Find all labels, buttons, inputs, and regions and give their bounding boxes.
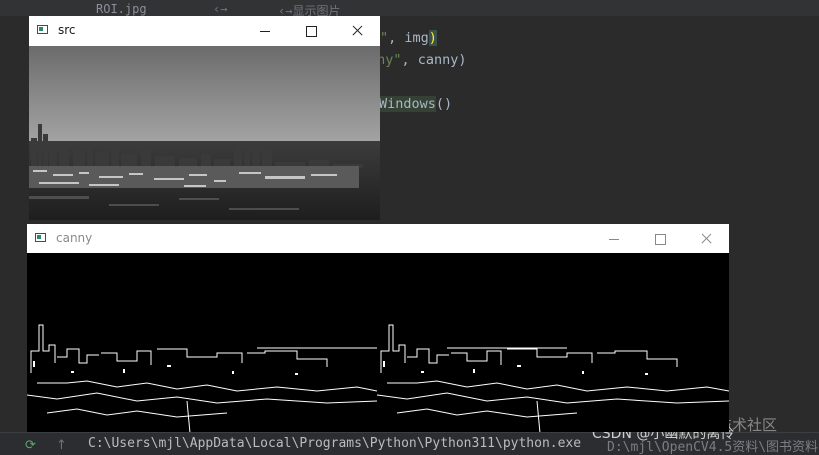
maximize-icon[interactable] xyxy=(288,16,334,46)
canny-window[interactable]: canny xyxy=(27,224,729,432)
editor-tab-arrow: ‹→ xyxy=(213,2,228,16)
window-app-icon xyxy=(37,25,48,34)
title-bar[interactable]: src xyxy=(29,16,380,46)
editor-tab[interactable]: ROI.jpg xyxy=(96,2,147,16)
code-string: " xyxy=(380,30,389,46)
window-app-icon xyxy=(35,233,46,242)
code-line: nny", canny) xyxy=(369,52,467,68)
rerun-icon[interactable]: ⟳ xyxy=(25,438,36,453)
code-line: Windows() xyxy=(379,96,452,112)
window-title: canny xyxy=(56,231,93,245)
editor-tab-strip: ROI.jpg ‹→ ‹→显示图片 xyxy=(0,0,819,18)
minimize-icon[interactable] xyxy=(242,16,288,46)
canny-image xyxy=(27,253,729,432)
code-text: , canny) xyxy=(401,52,467,68)
window-title: src xyxy=(58,23,76,37)
maximize-icon[interactable] xyxy=(637,224,683,254)
src-image xyxy=(29,46,380,220)
console-command: C:\Users\mjl\AppData\Local\Programs\Pyth… xyxy=(88,436,582,451)
title-bar[interactable]: canny xyxy=(27,224,729,254)
arrow-up-icon[interactable]: ↑ xyxy=(56,438,67,453)
close-icon[interactable] xyxy=(683,224,729,254)
minimize-icon[interactable] xyxy=(591,224,637,254)
src-window[interactable]: src xyxy=(29,16,380,220)
code-text: () xyxy=(435,96,453,112)
code-line: ", img) xyxy=(380,30,437,46)
code-paren: ) xyxy=(428,30,437,46)
code-highlight: Windows xyxy=(379,96,436,112)
code-text: , img xyxy=(388,30,429,46)
close-icon[interactable] xyxy=(334,16,380,46)
